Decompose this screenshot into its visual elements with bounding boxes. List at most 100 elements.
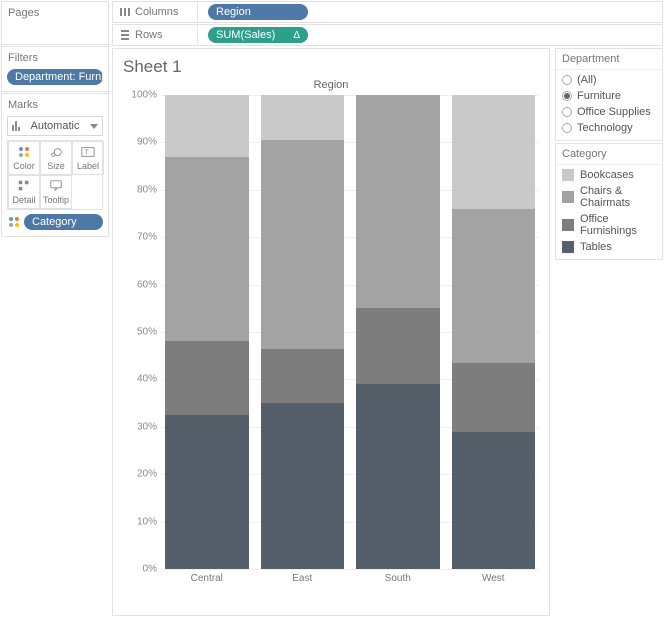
y-tick-label: 80% bbox=[127, 184, 157, 195]
bar-central[interactable] bbox=[165, 95, 249, 569]
legend-swatch bbox=[562, 219, 574, 231]
legend-item[interactable]: Tables bbox=[556, 239, 662, 255]
radio-icon bbox=[562, 107, 572, 117]
marks-label-button[interactable]: T Label bbox=[72, 141, 104, 175]
department-option[interactable]: Technology bbox=[556, 120, 662, 136]
department-title: Department bbox=[556, 49, 662, 70]
rows-pill-text: SUM(Sales) bbox=[216, 29, 275, 41]
chevron-down-icon bbox=[90, 124, 98, 129]
bar-west[interactable] bbox=[452, 95, 536, 569]
x-tick-label: East bbox=[261, 573, 345, 584]
legend-label: Office Furnishings bbox=[580, 213, 656, 237]
color-icon bbox=[17, 145, 31, 159]
bar-segment[interactable] bbox=[452, 432, 536, 569]
bar-segment[interactable] bbox=[452, 95, 536, 209]
columns-label: Columns bbox=[135, 6, 178, 18]
y-tick-label: 60% bbox=[127, 279, 157, 290]
legend-item[interactable]: Bookcases bbox=[556, 167, 662, 183]
pages-label: Pages bbox=[2, 2, 108, 24]
marks-tooltip-label: Tooltip bbox=[43, 195, 69, 205]
marks-color-pill-category[interactable]: Category bbox=[24, 214, 103, 230]
y-tick-label: 30% bbox=[127, 421, 157, 432]
bar-segment[interactable] bbox=[356, 308, 440, 384]
marks-empty-cell bbox=[72, 175, 104, 209]
radio-icon bbox=[562, 75, 572, 85]
bar-segment[interactable] bbox=[261, 95, 345, 140]
y-tick-label: 100% bbox=[127, 90, 157, 101]
marks-label-label: Label bbox=[77, 161, 99, 171]
bar-segment[interactable] bbox=[165, 95, 249, 157]
color-icon bbox=[7, 215, 21, 229]
bar-segment[interactable] bbox=[261, 403, 345, 569]
marks-label: Marks bbox=[2, 94, 108, 116]
filter-pill-department[interactable]: Department: Furnitu... bbox=[7, 69, 103, 85]
marks-color-button[interactable]: Color bbox=[8, 141, 40, 175]
columns-pill-text: Region bbox=[216, 6, 251, 18]
marks-type-value: Automatic bbox=[31, 120, 80, 132]
rows-shelf[interactable]: Rows SUM(Sales) Δ bbox=[112, 24, 663, 46]
bar-east[interactable] bbox=[261, 95, 345, 569]
department-option[interactable]: Furniture bbox=[556, 88, 662, 104]
marks-detail-button[interactable]: Detail bbox=[8, 175, 40, 209]
filters-shelf[interactable]: Filters Department: Furnitu... bbox=[1, 46, 109, 92]
bar-south[interactable] bbox=[356, 95, 440, 569]
bars-icon bbox=[12, 121, 20, 131]
x-tick-label: West bbox=[452, 573, 536, 584]
y-tick-label: 90% bbox=[127, 137, 157, 148]
department-option[interactable]: (All) bbox=[556, 72, 662, 88]
bar-segment[interactable] bbox=[165, 157, 249, 342]
legend-swatch bbox=[562, 241, 574, 253]
bar-segment[interactable] bbox=[165, 415, 249, 569]
marks-tooltip-button[interactable]: Tooltip bbox=[40, 175, 72, 209]
marks-size-label: Size bbox=[47, 161, 65, 171]
legend-item[interactable]: Office Furnishings bbox=[556, 211, 662, 239]
columns-shelf[interactable]: Columns Region bbox=[112, 1, 663, 23]
radio-icon bbox=[562, 91, 572, 101]
department-option-label: Technology bbox=[577, 122, 633, 134]
axis-title-top: Region bbox=[113, 79, 549, 95]
table-calc-icon: Δ bbox=[293, 30, 300, 41]
marks-card: Marks Automatic Color bbox=[1, 93, 109, 237]
bar-segment[interactable] bbox=[261, 140, 345, 349]
gridline bbox=[161, 569, 539, 570]
department-option-label: Office Supplies bbox=[577, 106, 651, 118]
columns-icon bbox=[119, 6, 131, 18]
y-tick-label: 20% bbox=[127, 469, 157, 480]
legend-label: Chairs & Chairmats bbox=[580, 185, 656, 209]
x-tick-label: South bbox=[356, 573, 440, 584]
bar-segment[interactable] bbox=[165, 341, 249, 414]
detail-icon bbox=[17, 179, 31, 193]
marks-size-button[interactable]: Size bbox=[40, 141, 72, 175]
department-option[interactable]: Office Supplies bbox=[556, 104, 662, 120]
department-option-label: (All) bbox=[577, 74, 597, 86]
bar-segment[interactable] bbox=[356, 384, 440, 569]
columns-pill-region[interactable]: Region bbox=[208, 4, 308, 20]
y-tick-label: 70% bbox=[127, 232, 157, 243]
plot-area[interactable]: 0%10%20%30%40%50%60%70%80%90%100% bbox=[161, 95, 539, 569]
category-legend-title: Category bbox=[556, 144, 662, 165]
tooltip-icon bbox=[49, 179, 63, 193]
y-tick-label: 40% bbox=[127, 374, 157, 385]
bar-segment[interactable] bbox=[356, 95, 440, 308]
size-icon bbox=[49, 145, 63, 159]
rows-pill-sum-sales[interactable]: SUM(Sales) Δ bbox=[208, 27, 308, 43]
pages-shelf[interactable]: Pages bbox=[1, 1, 109, 45]
sheet-title[interactable]: Sheet 1 bbox=[113, 49, 549, 79]
filters-label: Filters bbox=[2, 47, 108, 69]
legend-label: Tables bbox=[580, 241, 612, 253]
rows-label: Rows bbox=[135, 29, 163, 41]
legend-label: Bookcases bbox=[580, 169, 634, 181]
label-icon: T bbox=[81, 145, 95, 159]
department-filter-card: Department (All) Furniture Office Supplies… bbox=[555, 48, 663, 141]
rows-icon bbox=[119, 29, 131, 41]
x-axis-labels: CentralEastSouthWest bbox=[113, 569, 539, 584]
category-legend-card: Category Bookcases Chairs & Chairmats Offi… bbox=[555, 143, 663, 260]
legend-item[interactable]: Chairs & Chairmats bbox=[556, 183, 662, 211]
marks-buttons: Color Size T Label Detail bbox=[7, 140, 103, 210]
bar-segment[interactable] bbox=[261, 349, 345, 404]
marks-color-label: Color bbox=[13, 161, 35, 171]
svg-text:T: T bbox=[85, 150, 90, 157]
bar-segment[interactable] bbox=[452, 363, 536, 432]
bar-segment[interactable] bbox=[452, 209, 536, 363]
marks-type-select[interactable]: Automatic bbox=[7, 116, 103, 136]
